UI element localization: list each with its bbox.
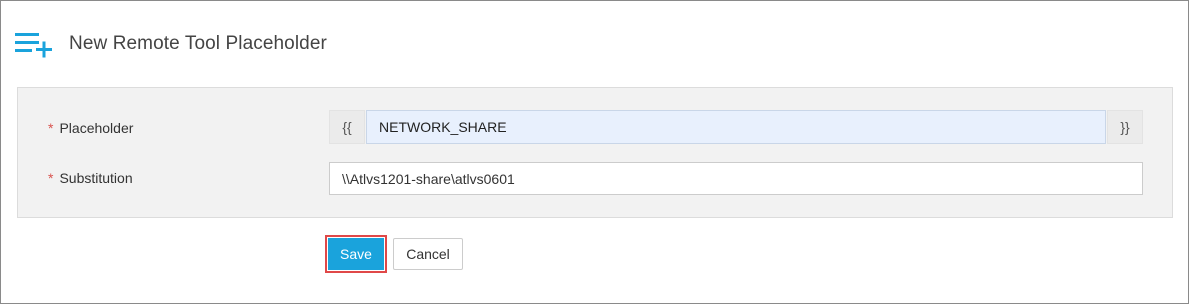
placeholder-label-text: Placeholder	[59, 120, 134, 136]
required-marker: *	[48, 170, 54, 186]
close-brace-addon: }}	[1107, 110, 1143, 144]
open-brace-addon: {{	[329, 110, 365, 144]
substitution-label: * Substitution	[48, 170, 133, 186]
save-button[interactable]: Save	[328, 238, 384, 270]
header: New Remote Tool Placeholder	[15, 28, 327, 60]
placeholder-label: * Placeholder	[48, 120, 133, 136]
cancel-button[interactable]: Cancel	[393, 238, 463, 270]
required-marker: *	[48, 120, 54, 136]
substitution-label-text: Substitution	[59, 170, 133, 186]
substitution-input[interactable]	[329, 162, 1143, 195]
placeholder-input[interactable]	[366, 110, 1106, 144]
save-button-highlight: Save	[325, 235, 387, 273]
form-panel: * Placeholder {{ }} * Substitution	[17, 87, 1173, 218]
list-add-icon	[15, 28, 61, 60]
dialog-frame: New Remote Tool Placeholder * Placeholder…	[0, 0, 1189, 304]
page-title: New Remote Tool Placeholder	[69, 33, 327, 54]
